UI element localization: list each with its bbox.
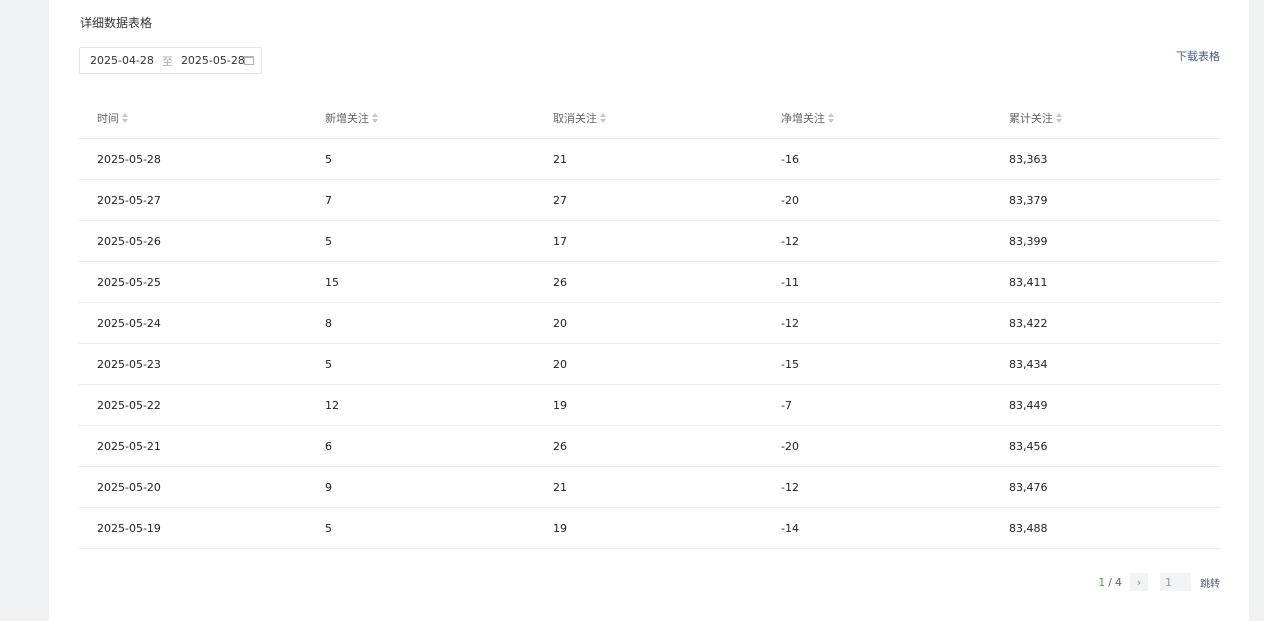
- table-row: 2025-05-24 8 20 -12 83,422: [79, 303, 1220, 344]
- cell-net-follow: -11: [781, 275, 799, 289]
- cell-total-follow: 83,411: [1009, 275, 1048, 289]
- header-label: 累计关注: [1009, 112, 1053, 125]
- sort-icon[interactable]: [600, 113, 607, 123]
- table-body: 2025-05-28 5 21 -16 83,363 2025-05-27 7 27 -20 83…: [79, 139, 1220, 549]
- cell-time: 2025-05-26: [97, 234, 161, 248]
- cell-new-follow: 5: [325, 521, 332, 535]
- cell-total-follow: 83,379: [1009, 193, 1048, 207]
- cell-net-follow: -14: [781, 521, 799, 535]
- cell-net-follow: -12: [781, 316, 799, 330]
- jump-page-input[interactable]: [1160, 573, 1191, 591]
- cell-unfollow: 21: [553, 480, 567, 494]
- cell-total-follow: 83,488: [1009, 521, 1048, 535]
- section-title: 详细数据表格: [80, 16, 153, 30]
- table-row: 2025-05-27 7 27 -20 83,379: [79, 180, 1220, 221]
- cell-net-follow: -12: [781, 234, 799, 248]
- next-page-button[interactable]: ›: [1130, 573, 1148, 591]
- chevron-right-icon: ›: [1136, 575, 1142, 589]
- header-label: 新增关注: [325, 112, 369, 125]
- table-row: 2025-05-20 9 21 -12 83,476: [79, 467, 1220, 508]
- cell-time: 2025-05-23: [97, 357, 161, 371]
- cell-time: 2025-05-21: [97, 439, 161, 453]
- download-table-link[interactable]: 下载表格: [1176, 48, 1220, 64]
- cell-time: 2025-05-22: [97, 398, 161, 412]
- cell-time: 2025-05-24: [97, 316, 161, 330]
- detail-data-card: 详细数据表格 2025-04-28 至 2025-05-28 下载表格 时间 新…: [49, 0, 1249, 621]
- cell-time: 2025-05-19: [97, 521, 161, 535]
- column-header-time[interactable]: 时间: [79, 110, 307, 126]
- header-label: 时间: [97, 112, 119, 125]
- table-row: 2025-05-21 6 26 -20 83,456: [79, 426, 1220, 467]
- cell-net-follow: -15: [781, 357, 799, 371]
- cell-total-follow: 83,422: [1009, 316, 1048, 330]
- cell-total-follow: 83,456: [1009, 439, 1048, 453]
- date-end[interactable]: 2025-05-28: [181, 54, 245, 67]
- cell-net-follow: -20: [781, 193, 799, 207]
- table-row: 2025-05-19 5 19 -14 83,488: [79, 508, 1220, 549]
- cell-time: 2025-05-20: [97, 480, 161, 494]
- cell-unfollow: 19: [553, 521, 567, 535]
- column-header-net-follow[interactable]: 净增关注: [763, 110, 991, 126]
- cell-net-follow: -20: [781, 439, 799, 453]
- column-header-unfollow[interactable]: 取消关注: [535, 110, 763, 126]
- page-separator: /: [1108, 575, 1112, 589]
- cell-new-follow: 15: [325, 275, 339, 289]
- cell-unfollow: 17: [553, 234, 567, 248]
- table-row: 2025-05-26 5 17 -12 83,399: [79, 221, 1220, 262]
- table-row: 2025-05-28 5 21 -16 83,363: [79, 139, 1220, 180]
- cell-net-follow: -7: [781, 398, 792, 412]
- header-label: 取消关注: [553, 112, 597, 125]
- date-start[interactable]: 2025-04-28: [90, 54, 154, 67]
- date-range-picker[interactable]: 2025-04-28 至 2025-05-28: [79, 47, 262, 74]
- cell-total-follow: 83,399: [1009, 234, 1048, 248]
- cell-net-follow: -16: [781, 152, 799, 166]
- cell-unfollow: 20: [553, 316, 567, 330]
- sort-icon[interactable]: [372, 113, 379, 123]
- cell-unfollow: 26: [553, 439, 567, 453]
- table-row: 2025-05-25 15 26 -11 83,411: [79, 262, 1220, 303]
- date-separator: 至: [161, 54, 173, 68]
- cell-net-follow: -12: [781, 480, 799, 494]
- cell-new-follow: 7: [325, 193, 332, 207]
- cell-total-follow: 83,363: [1009, 152, 1048, 166]
- column-header-new-follow[interactable]: 新增关注: [307, 110, 535, 126]
- cell-new-follow: 5: [325, 357, 332, 371]
- cell-new-follow: 6: [325, 439, 332, 453]
- cell-unfollow: 26: [553, 275, 567, 289]
- cell-time: 2025-05-27: [97, 193, 161, 207]
- column-header-total-follow[interactable]: 累计关注: [991, 110, 1219, 126]
- sort-icon[interactable]: [122, 113, 129, 123]
- cell-unfollow: 21: [553, 152, 567, 166]
- table-row: 2025-05-22 12 19 -7 83,449: [79, 385, 1220, 426]
- cell-total-follow: 83,476: [1009, 480, 1048, 494]
- table-row: 2025-05-23 5 20 -15 83,434: [79, 344, 1220, 385]
- cell-unfollow: 19: [553, 398, 567, 412]
- cell-new-follow: 9: [325, 480, 332, 494]
- data-table: 时间 新增关注 取消关注 净增关注 累计关注 2025-05-28 5 21 -16 8…: [79, 98, 1220, 549]
- sort-icon[interactable]: [1056, 113, 1063, 123]
- cell-unfollow: 20: [553, 357, 567, 371]
- cell-new-follow: 8: [325, 316, 332, 330]
- current-page: 1: [1098, 575, 1106, 589]
- total-pages: 4: [1115, 575, 1122, 589]
- jump-button[interactable]: 跳转: [1200, 575, 1220, 590]
- cell-new-follow: 5: [325, 152, 332, 166]
- cell-total-follow: 83,449: [1009, 398, 1048, 412]
- cell-new-follow: 5: [325, 234, 332, 248]
- cell-unfollow: 27: [553, 193, 567, 207]
- cell-total-follow: 83,434: [1009, 357, 1048, 371]
- pagination: 1 / 4 › 跳转: [1098, 573, 1220, 591]
- header-label: 净增关注: [781, 112, 825, 125]
- sort-icon[interactable]: [828, 113, 835, 123]
- cell-time: 2025-05-28: [97, 152, 161, 166]
- table-header-row: 时间 新增关注 取消关注 净增关注 累计关注: [79, 98, 1220, 139]
- calendar-icon[interactable]: [244, 56, 254, 65]
- cell-new-follow: 12: [325, 398, 339, 412]
- cell-time: 2025-05-25: [97, 275, 161, 289]
